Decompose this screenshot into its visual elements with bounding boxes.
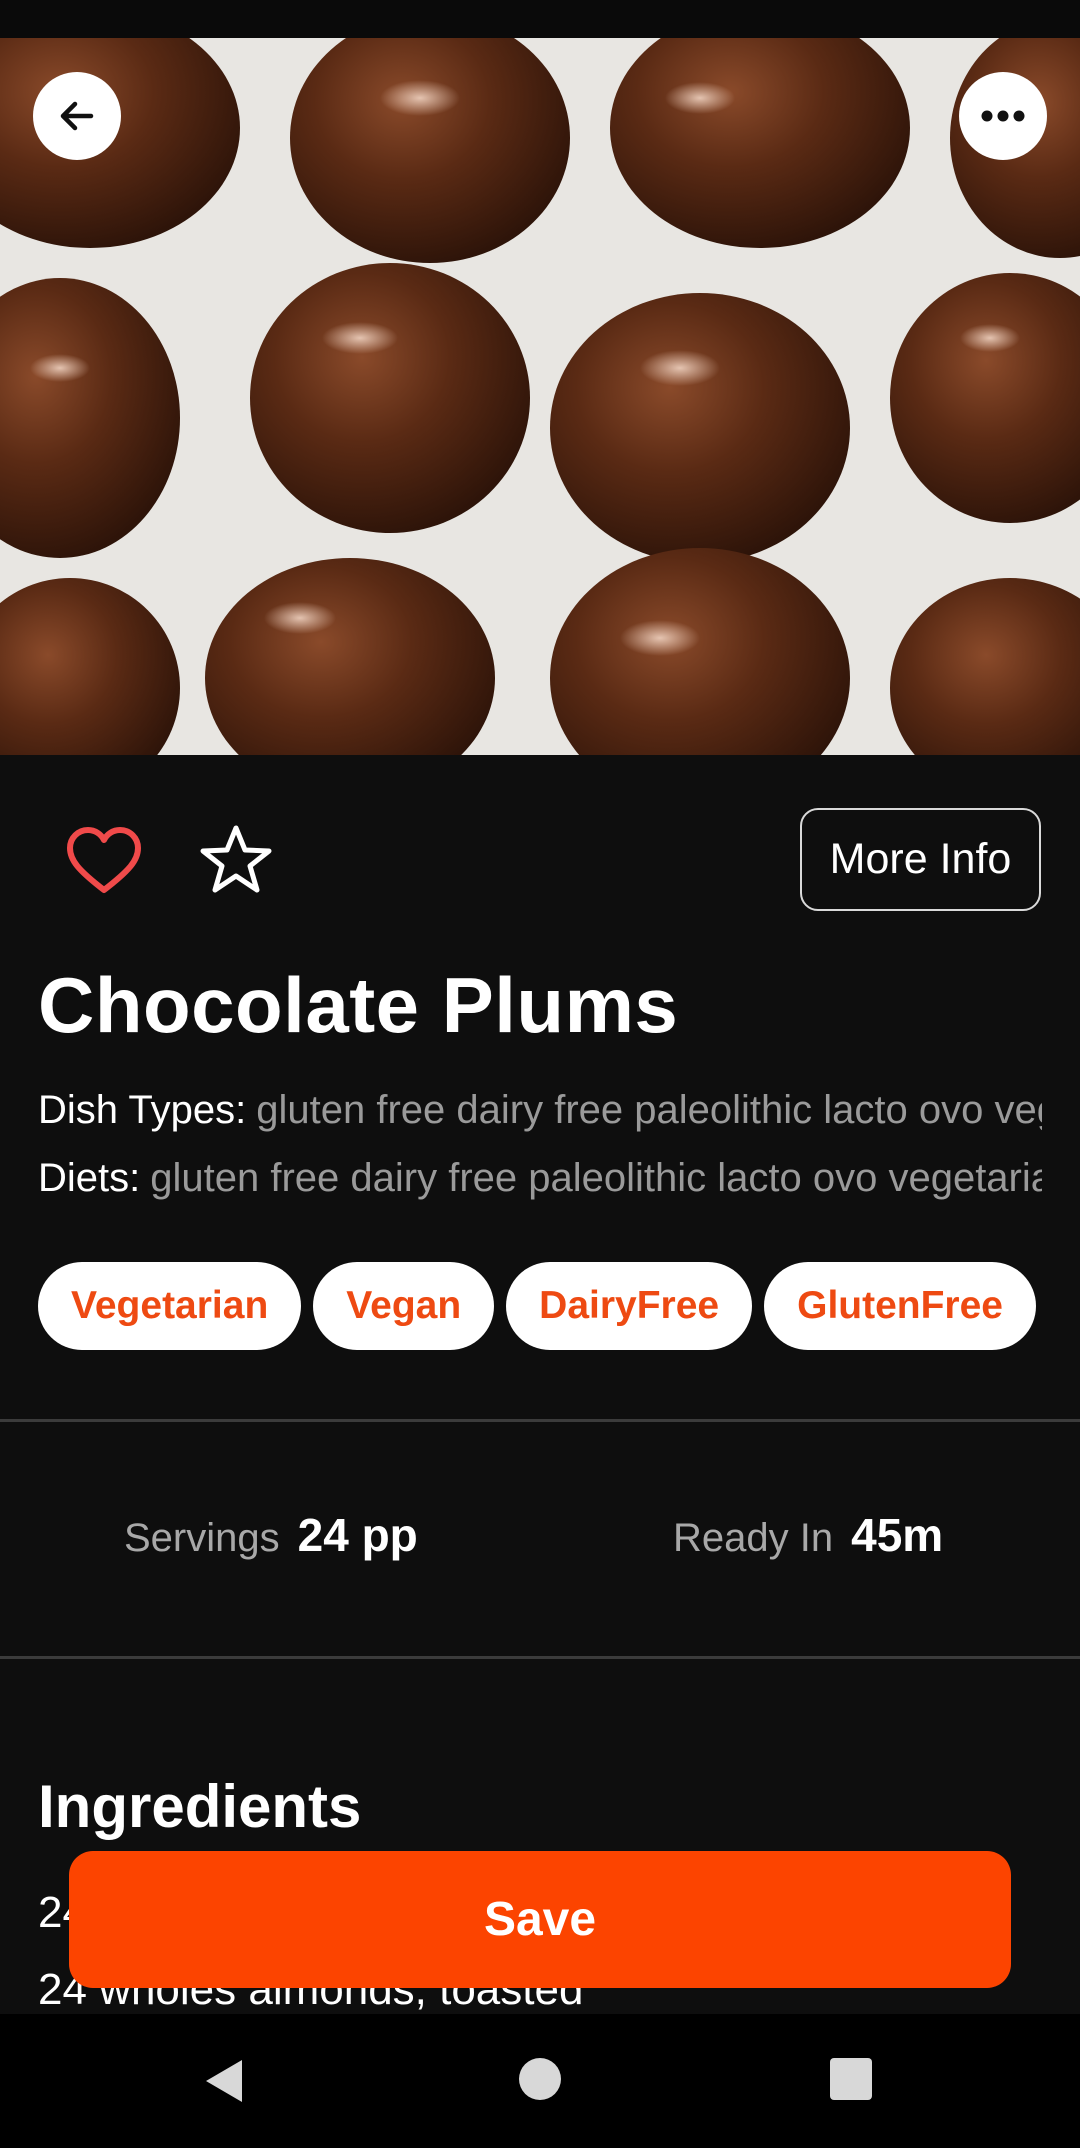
diets-label: Diets:: [38, 1156, 141, 1200]
diets-row: Diets: gluten free dairy free paleolithic…: [38, 1156, 1042, 1201]
divider: [0, 1419, 1080, 1422]
recipe-photo: [0, 38, 1080, 755]
chip-dairy-free[interactable]: DairyFree: [506, 1262, 753, 1350]
diets-value: gluten free dairy free paleolithic lacto…: [150, 1156, 1042, 1200]
arrow-left-icon: [60, 101, 94, 131]
system-navigation-bar: [0, 2014, 1080, 2148]
recipe-actions: More Info: [0, 808, 1080, 912]
heart-outline-icon: [67, 827, 141, 893]
dish-types-row: Dish Types: gluten free dairy free paleol…: [38, 1088, 1042, 1133]
star-outline-icon: [200, 825, 272, 893]
dish-types-value: gluten free dairy free paleolithic lacto…: [256, 1088, 1042, 1132]
ready-in-value: 45m: [851, 1509, 944, 1561]
save-button[interactable]: Save: [69, 1851, 1011, 1988]
diet-chips: Vegetarian Vegan DairyFree GlutenFree: [38, 1262, 1042, 1350]
servings-value: 24 pp: [297, 1509, 418, 1561]
servings-stat: Servings 24 pp: [124, 1508, 418, 1562]
nav-back-icon[interactable]: [202, 2058, 244, 2104]
recipe-title: Chocolate Plums: [38, 961, 679, 1049]
more-horizontal-icon: [981, 110, 1025, 122]
chip-vegetarian[interactable]: Vegetarian: [38, 1262, 302, 1350]
favorite-button[interactable]: [66, 826, 142, 896]
chip-vegan[interactable]: Vegan: [313, 1262, 495, 1350]
status-bar: [0, 0, 1080, 38]
back-button[interactable]: [33, 72, 121, 160]
nav-home-icon[interactable]: [519, 2058, 561, 2100]
dish-types-label: Dish Types:: [38, 1088, 247, 1132]
rate-button[interactable]: [198, 822, 274, 898]
ingredients-heading: Ingredients: [38, 1773, 362, 1840]
divider: [0, 1656, 1080, 1659]
more-options-button[interactable]: [959, 72, 1047, 160]
more-info-button[interactable]: More Info: [800, 808, 1041, 911]
ready-in-stat: Ready In 45m: [673, 1508, 943, 1562]
servings-label: Servings: [124, 1516, 280, 1560]
ready-in-label: Ready In: [673, 1516, 834, 1560]
chip-gluten-free[interactable]: GlutenFree: [764, 1262, 1036, 1350]
nav-recents-icon[interactable]: [830, 2058, 872, 2100]
